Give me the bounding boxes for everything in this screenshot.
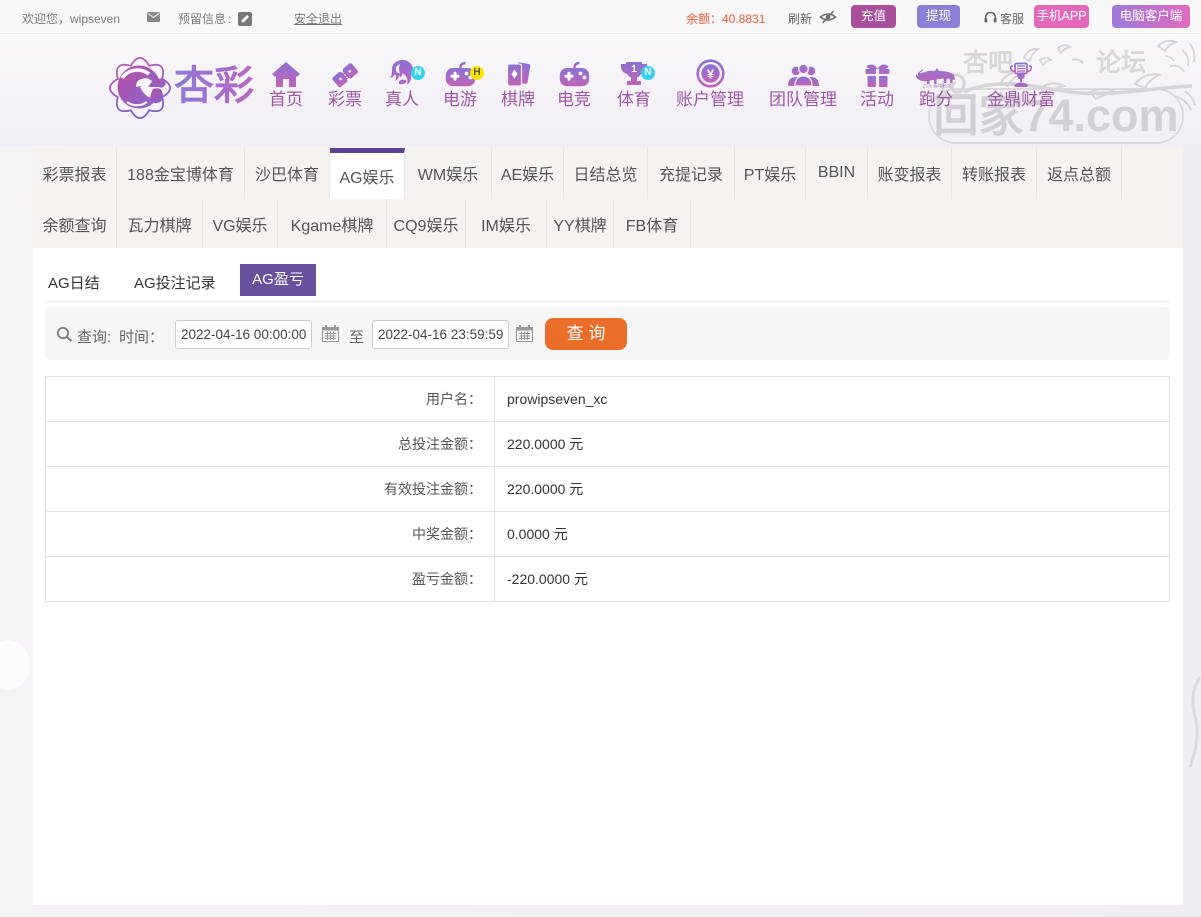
svg-text:1: 1 (631, 64, 637, 75)
svg-text:¥: ¥ (706, 67, 714, 82)
svg-text:ZJ.lc 春华秋实: ZJ.lc 春华秋实 (923, 83, 952, 89)
